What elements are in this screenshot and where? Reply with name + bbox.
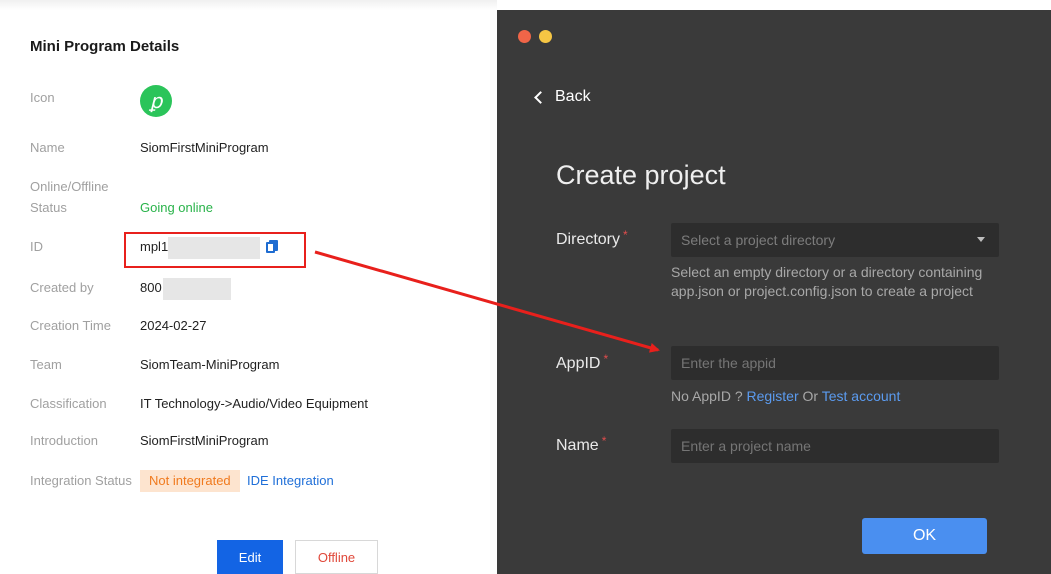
appid-label-text: AppID [556, 355, 601, 372]
project-name-input[interactable] [671, 429, 999, 463]
caret-down-icon [977, 237, 985, 242]
back-button[interactable]: Back [533, 88, 591, 106]
created-by-label: Created by [30, 280, 94, 295]
required-mark: * [601, 434, 607, 448]
name-field-label-text: Name [556, 437, 599, 454]
status-label-line2: Status [30, 200, 67, 215]
appid-label: AppID * [556, 352, 609, 373]
appid-hint-prefix: No AppID ? [671, 388, 743, 404]
create-project-title: Create project [556, 160, 726, 190]
ide-integration-link[interactable]: IDE Integration [247, 471, 334, 491]
directory-placeholder: Select a project directory [681, 232, 836, 248]
id-label: ID [30, 239, 43, 254]
create-project-window: Back Create project Directory * Select a … [497, 10, 1051, 574]
created-by-value: 800 [140, 280, 162, 295]
panel-top-shadow [0, 0, 497, 10]
required-mark: * [623, 228, 628, 242]
appid-input[interactable] [671, 346, 999, 380]
window-minimize-dot[interactable] [539, 30, 552, 43]
back-label: Back [555, 88, 591, 105]
classification-value: IT Technology->Audio/Video Equipment [140, 396, 369, 411]
ok-button[interactable]: OK [862, 518, 987, 554]
directory-hint: Select an empty directory or a directory… [671, 264, 983, 299]
edit-button[interactable]: Edit [217, 540, 283, 574]
team-value: SiomTeam-MiniProgram [140, 357, 280, 372]
window-close-dot[interactable] [518, 30, 531, 43]
mini-program-details-panel: Mini Program Details Icon ꝑ Name SiomFir… [0, 0, 497, 574]
required-mark: * [603, 352, 609, 366]
offline-button[interactable]: Offline [295, 540, 378, 574]
mini-program-logo-icon: ꝑ [140, 85, 172, 117]
name-field-label: Name * [556, 434, 607, 455]
icon-label: Icon [30, 90, 55, 105]
appid-hint: No AppID ? Register Or Test account [671, 387, 991, 406]
creation-time-value: 2024-02-27 [140, 318, 207, 333]
name-value: SiomFirstMiniProgram [140, 140, 269, 155]
test-account-link[interactable]: Test account [822, 388, 901, 404]
directory-select[interactable]: Select a project directory [671, 223, 999, 257]
directory-label: Directory * [556, 228, 628, 249]
id-highlight-box [124, 232, 306, 268]
chevron-left-icon [534, 90, 547, 104]
directory-label-text: Directory [556, 231, 621, 248]
register-link[interactable]: Register [747, 388, 799, 404]
panel-title: Mini Program Details [30, 38, 180, 55]
name-label: Name [30, 140, 65, 155]
status-value: Going online [140, 200, 213, 215]
integration-status-badge: Not integrated [140, 470, 240, 492]
appid-hint-or: Or [802, 388, 819, 404]
introduction-label: Introduction [30, 433, 98, 448]
redacted-creator-block [163, 278, 231, 300]
creation-time-label: Creation Time [30, 318, 111, 333]
introduction-value: SiomFirstMiniProgram [140, 433, 269, 448]
integration-status-label: Integration Status [30, 473, 132, 488]
team-label: Team [30, 357, 62, 372]
status-label-line1: Online/Offline [30, 179, 109, 194]
classification-label: Classification [30, 396, 107, 411]
